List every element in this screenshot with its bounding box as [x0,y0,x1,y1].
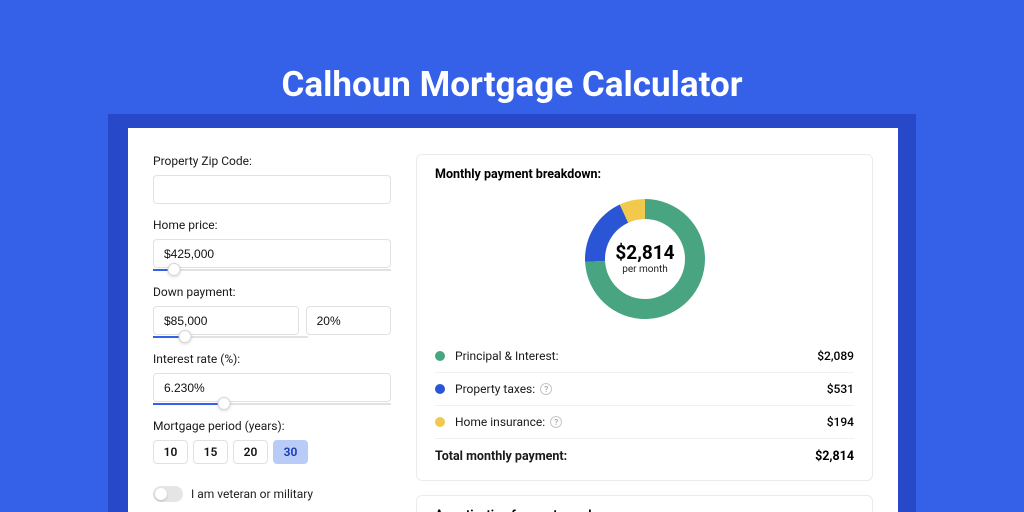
total-label: Total monthly payment: [435,449,815,464]
legend-value: $194 [827,415,854,429]
period-option-10[interactable]: 10 [153,440,188,464]
mortgage-period-label: Mortgage period (years): [153,419,391,433]
veteran-label: I am veteran or military [191,487,313,501]
home-price-group: Home price: [153,218,391,271]
legend-value: $2,089 [817,349,854,363]
down-payment-label: Down payment: [153,285,391,299]
zip-input[interactable] [153,175,391,204]
home-price-slider[interactable] [153,269,391,271]
slider-thumb[interactable] [218,397,231,410]
mortgage-period-group: Mortgage period (years): 10152030 [153,419,391,464]
slider-thumb[interactable] [179,330,192,343]
donut-chart: $2,814per month [435,194,854,324]
donut-center-sub: per month [622,264,668,275]
veteran-toggle[interactable] [153,486,183,502]
legend-dot [435,417,445,427]
legend-row: Home insurance:?$194 [435,406,854,439]
zip-label: Property Zip Code: [153,154,391,168]
legend-dot [435,351,445,361]
legend-label: Home insurance:? [455,415,827,429]
interest-rate-input[interactable] [153,373,391,402]
veteran-row: I am veteran or military [153,486,391,502]
breakdown-card: Monthly payment breakdown: $2,814per mon… [416,154,873,481]
down-payment-amount-input[interactable] [153,306,299,335]
legend-row: Principal & Interest:$2,089 [435,340,854,373]
donut-center-value: $2,814 [615,241,674,264]
results-column: Monthly payment breakdown: $2,814per mon… [416,128,898,512]
amortization-card: Amortization for mortgage loan Amortizat… [416,495,873,512]
info-icon[interactable]: ? [550,416,562,428]
period-option-20[interactable]: 20 [233,440,268,464]
interest-rate-label: Interest rate (%): [153,352,391,366]
form-column: Property Zip Code: Home price: Down paym… [128,128,416,512]
home-price-label: Home price: [153,218,391,232]
donut-svg: $2,814per month [580,194,710,324]
zip-group: Property Zip Code: [153,154,391,204]
period-options: 10152030 [153,440,391,464]
page-title: Calhoun Mortgage Calculator [0,0,1024,105]
down-payment-slider[interactable] [153,336,308,338]
down-payment-group: Down payment: [153,285,391,338]
legend-label: Principal & Interest: [455,349,817,363]
legend-dot [435,384,445,394]
amortization-title: Amortization for mortgage loan [435,508,854,512]
period-option-15[interactable]: 15 [193,440,228,464]
slider-fill [153,403,224,405]
total-row: Total monthly payment: $2,814 [435,439,854,466]
info-icon[interactable]: ? [540,383,552,395]
legend-row: Property taxes:?$531 [435,373,854,406]
slider-thumb[interactable] [168,263,181,276]
interest-rate-slider[interactable] [153,403,391,405]
legend-list: Principal & Interest:$2,089Property taxe… [435,340,854,439]
calculator-card: Property Zip Code: Home price: Down paym… [128,128,898,512]
total-value: $2,814 [815,449,854,464]
legend-value: $531 [827,382,854,396]
period-option-30[interactable]: 30 [273,440,308,464]
down-payment-percent-input[interactable] [306,306,391,335]
interest-rate-group: Interest rate (%): [153,352,391,405]
breakdown-title: Monthly payment breakdown: [435,167,854,182]
home-price-input[interactable] [153,239,391,268]
legend-label: Property taxes:? [455,382,827,396]
